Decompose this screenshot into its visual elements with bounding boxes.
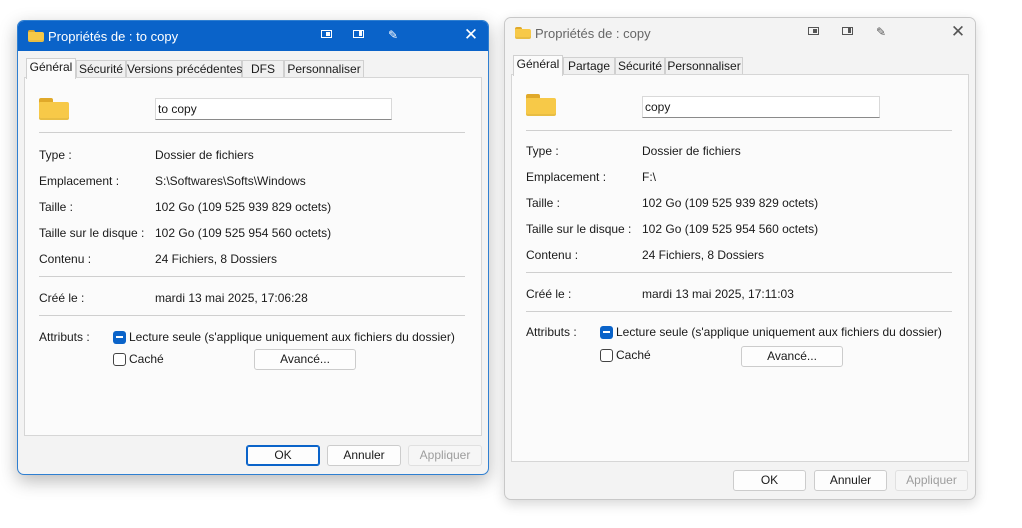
created-label: Créé le : [526,287,572,301]
location-value: F:\ [642,170,656,184]
contents-label: Contenu : [526,248,579,262]
type-label: Type : [526,144,559,158]
properties-window-to-copy: Propriétés de : to copy ✎ ✕ Général Sécu… [17,20,489,475]
tab-security[interactable]: Sécurité [76,60,126,78]
tab-dfs[interactable]: DFS [242,60,284,78]
folder-name-input[interactable]: copy [642,96,880,118]
ok-button[interactable]: OK [246,445,320,466]
location-label: Emplacement : [39,174,120,188]
created-value: mardi 13 mai 2025, 17:06:28 [155,291,308,305]
type-label: Type : [39,148,72,162]
contents-value: 24 Fichiers, 8 Dossiers [642,248,765,262]
separator [39,276,465,277]
advanced-button[interactable]: Avancé... [254,349,356,370]
size-value: 102 Go (109 525 939 829 octets) [155,200,332,214]
attributes-label: Attributs : [526,325,577,339]
ok-button[interactable]: OK [733,470,806,491]
hidden-checkbox-label[interactable]: Caché [129,352,164,366]
compact-view-icon[interactable] [319,28,335,42]
window-title: Propriétés de : copy [535,26,651,41]
snap-icon[interactable] [351,28,367,42]
tab-sharing[interactable]: Partage [563,57,615,75]
apply-button[interactable]: Appliquer [408,445,482,466]
tab-previous-versions[interactable]: Versions précédentes [126,60,242,78]
type-value: Dossier de fichiers [155,148,254,162]
separator [526,272,952,273]
apply-button[interactable]: Appliquer [895,470,968,491]
title-bar[interactable]: Propriétés de : to copy ✎ ✕ [18,21,488,51]
general-panel: to copy Type : Dossier de fichiers Empla… [24,77,482,436]
separator [39,132,465,133]
tab-customize[interactable]: Personnaliser [665,57,743,75]
advanced-button[interactable]: Avancé... [741,346,843,367]
folder-icon [28,30,44,42]
hidden-checkbox-label[interactable]: Caché [616,348,651,362]
compact-view-icon[interactable] [806,25,822,39]
size-on-disk-label: Taille sur le disque : [526,222,632,236]
created-value: mardi 13 mai 2025, 17:11:03 [642,287,794,301]
contents-label: Contenu : [39,252,92,266]
folder-icon [515,27,531,39]
tab-general[interactable]: Général [513,55,563,76]
location-value: S:\Softwares\Softs\Windows [155,174,306,188]
pin-icon[interactable]: ✎ [873,25,889,39]
folder-icon [526,94,556,116]
separator [526,130,952,131]
close-icon[interactable]: ✕ [462,26,480,44]
separator [39,315,465,316]
cancel-button[interactable]: Annuler [814,470,887,491]
type-value: Dossier de fichiers [642,144,741,158]
tab-customize[interactable]: Personnaliser [284,60,364,78]
folder-name-input[interactable]: to copy [155,98,392,120]
readonly-checkbox-label[interactable]: Lecture seule (s'applique uniquement aux… [129,330,455,344]
close-icon[interactable]: ✕ [949,23,967,41]
contents-value: 24 Fichiers, 8 Dossiers [155,252,278,266]
title-bar[interactable]: Propriétés de : copy ✎ ✕ [505,18,975,48]
checkbox-empty-icon[interactable] [600,349,613,362]
tab-general[interactable]: Général [26,58,76,79]
created-label: Créé le : [39,291,85,305]
size-value: 102 Go (109 525 939 829 octets) [642,196,819,210]
snap-icon[interactable] [840,25,856,39]
checkbox-indeterminate-icon[interactable] [600,326,613,339]
size-on-disk-value: 102 Go (109 525 954 560 octets) [155,226,332,240]
pin-icon[interactable]: ✎ [385,28,401,42]
separator [526,311,952,312]
attributes-label: Attributs : [39,330,90,344]
window-title: Propriétés de : to copy [48,29,179,44]
size-label: Taille : [526,196,561,210]
size-on-disk-label: Taille sur le disque : [39,226,145,240]
size-on-disk-value: 102 Go (109 525 954 560 octets) [642,222,819,236]
location-label: Emplacement : [526,170,607,184]
general-panel: copy Type : Dossier de fichiers Emplacem… [511,74,969,462]
checkbox-empty-icon[interactable] [113,353,126,366]
properties-window-copy: Propriétés de : copy ✎ ✕ Général Partage… [504,17,976,500]
size-label: Taille : [39,200,74,214]
checkbox-indeterminate-icon[interactable] [113,331,126,344]
cancel-button[interactable]: Annuler [327,445,401,466]
folder-icon [39,98,69,120]
readonly-checkbox-label[interactable]: Lecture seule (s'applique uniquement aux… [616,325,942,339]
tab-security[interactable]: Sécurité [615,57,665,75]
